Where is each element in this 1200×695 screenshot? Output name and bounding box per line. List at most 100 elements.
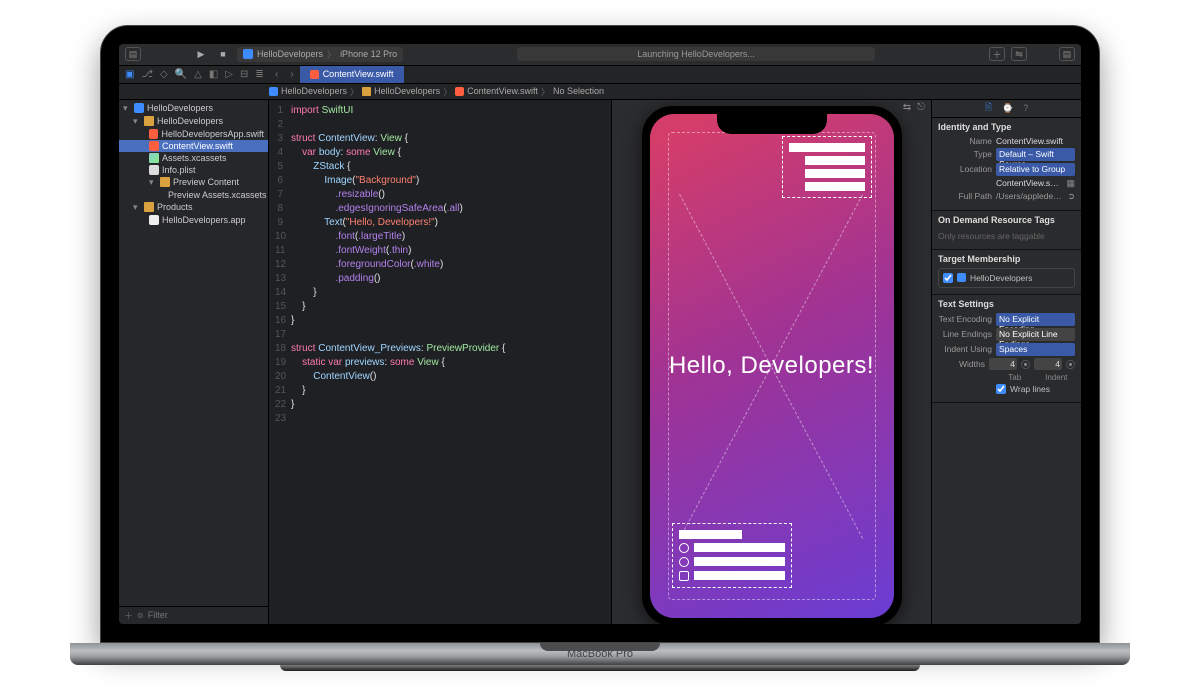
tree-project-root[interactable]: ▾HelloDevelopers xyxy=(119,102,268,115)
preview-canvas: ⇆ ⎋ Hell xyxy=(611,100,931,624)
name-value[interactable]: ContentView.swift xyxy=(996,136,1075,146)
canvas-settings-icon[interactable]: ⎋ xyxy=(917,102,925,113)
project-icon xyxy=(269,87,278,96)
file-tree[interactable]: ▾HelloDevelopers ▾HelloDevelopers HelloD… xyxy=(119,100,268,606)
xcode-window: ▤ ▶ ■ HelloDevelopers 〉 iPhone 12 Pro La… xyxy=(119,44,1081,624)
target-checkbox-row[interactable]: HelloDevelopers xyxy=(943,273,1070,283)
scheme-device-label: iPhone 12 Pro xyxy=(340,49,397,59)
find-nav-icon[interactable]: 🔍 xyxy=(175,69,187,80)
editor-tab[interactable]: ContentView.swift xyxy=(300,66,404,83)
navigator-toggle-button[interactable]: ▤ xyxy=(125,47,141,61)
add-target-icon[interactable]: ＋ xyxy=(124,609,133,622)
tab-width-stepper[interactable] xyxy=(989,358,1017,370)
indent-width-stepper[interactable] xyxy=(1034,358,1062,370)
folder-icon xyxy=(144,116,154,126)
full-path-value: /Users/appledeveloper/Documents/HelloDev… xyxy=(996,191,1063,201)
folder-icon xyxy=(144,202,154,212)
filter-input[interactable] xyxy=(148,610,265,620)
identity-section: Identity and Type NameContentView.swift … xyxy=(932,118,1081,211)
run-button[interactable]: ▶ xyxy=(193,47,209,61)
target-checkbox[interactable] xyxy=(943,273,953,283)
back-arrow-icon[interactable]: ‹ xyxy=(269,69,284,80)
location-dropdown[interactable]: Relative to Group xyxy=(996,163,1075,176)
tree-group[interactable]: ▾HelloDevelopers xyxy=(119,115,268,128)
tree-group[interactable]: ▾Products xyxy=(119,201,268,214)
laptop-frame: ▤ ▶ ■ HelloDevelopers 〉 iPhone 12 Pro La… xyxy=(100,25,1100,671)
navigator-tab-icons: ▣ ⎇ ◇ 🔍 △ ◧ ▷ ⊟ ≣ xyxy=(119,66,269,83)
source-text[interactable]: import SwiftUI struct ContentView: View … xyxy=(291,100,505,624)
ondemand-note: Only resources are taggable xyxy=(938,229,1075,243)
library-button[interactable]: ＋ xyxy=(989,47,1005,61)
breakpoint-nav-icon[interactable]: ⊟ xyxy=(240,69,248,80)
inspector-tabs: 🗎 ⌚ ? xyxy=(932,100,1081,118)
indent-using-dropdown[interactable]: Spaces xyxy=(996,343,1075,356)
asset-catalog-icon xyxy=(149,153,159,163)
editor-breadcrumb[interactable]: HelloDevelopers 〉 HelloDevelopers 〉 Cont… xyxy=(119,84,1081,100)
file-inspector-tab-icon[interactable]: 🗎 xyxy=(985,100,992,116)
forward-arrow-icon[interactable]: › xyxy=(284,69,299,80)
project-icon xyxy=(243,49,253,59)
laptop-base: MacBook Pro xyxy=(70,643,1130,665)
screen-bezel: ▤ ▶ ■ HelloDevelopers 〉 iPhone 12 Pro La… xyxy=(100,25,1100,643)
section-title: On Demand Resource Tags xyxy=(938,215,1075,225)
location-filename: ContentView.swift xyxy=(996,178,1062,188)
swift-file-icon xyxy=(455,87,464,96)
app-icon xyxy=(149,215,159,225)
scheme-project-label: HelloDevelopers xyxy=(257,49,323,59)
issue-nav-icon[interactable]: △ xyxy=(194,69,202,80)
preview-text: Hello, Developers! xyxy=(669,352,874,380)
ondemand-section: On Demand Resource Tags Only resources a… xyxy=(932,211,1081,250)
navigator-filter-bar: ＋ ⊚ ⊙ ▤ xyxy=(119,606,268,624)
selection-overlay-bottom[interactable] xyxy=(672,523,792,588)
app-target-icon xyxy=(957,273,966,282)
code-view[interactable]: 1234567891011121314151617181920212223 im… xyxy=(269,100,611,624)
type-dropdown[interactable]: Default – Swift Source xyxy=(996,148,1075,161)
laptop-foot xyxy=(280,665,920,671)
device-frame: Hello, Developers! xyxy=(642,106,902,624)
project-nav-icon[interactable]: ▣ xyxy=(125,69,134,80)
canvas-toolbar: ⇆ ⎋ xyxy=(903,102,925,113)
report-nav-icon[interactable]: ≣ xyxy=(255,69,263,80)
canvas-adjust-icon[interactable]: ⇆ xyxy=(903,102,911,113)
project-navigator: ▾HelloDevelopers ▾HelloDevelopers HelloD… xyxy=(119,100,269,624)
swift-file-icon xyxy=(149,141,159,151)
scheme-selector[interactable]: HelloDevelopers 〉 iPhone 12 Pro xyxy=(237,47,403,62)
line-endings-dropdown[interactable]: No Explicit Line Endings xyxy=(996,328,1075,341)
tree-file[interactable]: HelloDevelopers.app xyxy=(119,214,268,226)
history-inspector-tab-icon[interactable]: ⌚ xyxy=(1002,103,1013,114)
debug-nav-icon[interactable]: ▷ xyxy=(225,69,233,80)
device-screen[interactable]: Hello, Developers! xyxy=(650,114,894,618)
code-review-button[interactable]: ⇋ xyxy=(1011,47,1027,61)
help-inspector-tab-icon[interactable]: ? xyxy=(1023,103,1028,113)
symbol-nav-icon[interactable]: ◇ xyxy=(160,69,168,80)
swift-file-icon xyxy=(149,129,158,139)
tree-file[interactable]: Preview Assets.xcassets xyxy=(119,189,268,201)
main-body: ▾HelloDevelopers ▾HelloDevelopers HelloD… xyxy=(119,100,1081,624)
tree-file[interactable]: Info.plist xyxy=(119,164,268,176)
status-text: Launching HelloDevelopers... xyxy=(517,47,875,61)
source-control-nav-icon[interactable]: ⎇ xyxy=(141,69,153,80)
tab-filename: ContentView.swift xyxy=(323,69,394,79)
swift-file-icon xyxy=(310,70,319,79)
selection-overlay-top[interactable] xyxy=(782,136,872,198)
inspector-panel: 🗎 ⌚ ? Identity and Type NameContentView.… xyxy=(931,100,1081,624)
encoding-dropdown[interactable]: No Explicit Encoding xyxy=(996,313,1075,326)
filter-icon: ⊚ xyxy=(137,611,144,620)
tree-file[interactable]: HelloDevelopersApp.swift xyxy=(119,128,268,140)
clock-icon xyxy=(679,557,689,567)
target-membership-section: Target Membership HelloDevelopers xyxy=(932,250,1081,295)
device-notch xyxy=(717,114,827,134)
tree-file-selected[interactable]: ContentView.swift xyxy=(119,140,268,152)
wrap-lines-checkbox-row[interactable]: Wrap lines xyxy=(996,384,1050,394)
reveal-arrow-icon[interactable]: ➲ xyxy=(1067,191,1075,202)
test-nav-icon[interactable]: ◧ xyxy=(209,69,218,80)
stop-button[interactable]: ■ xyxy=(215,47,231,61)
text-settings-section: Text Settings Text EncodingNo Explicit E… xyxy=(932,295,1081,403)
line-gutter: 1234567891011121314151617181920212223 xyxy=(269,100,291,624)
tree-file[interactable]: Assets.xcassets xyxy=(119,152,268,164)
inspector-toggle-button[interactable]: ▤ xyxy=(1059,47,1075,61)
section-title: Identity and Type xyxy=(938,122,1075,132)
wrap-lines-checkbox[interactable] xyxy=(996,384,1006,394)
tree-group[interactable]: ▾Preview Content xyxy=(119,176,268,189)
locate-folder-icon[interactable]: ▦ xyxy=(1066,178,1075,189)
